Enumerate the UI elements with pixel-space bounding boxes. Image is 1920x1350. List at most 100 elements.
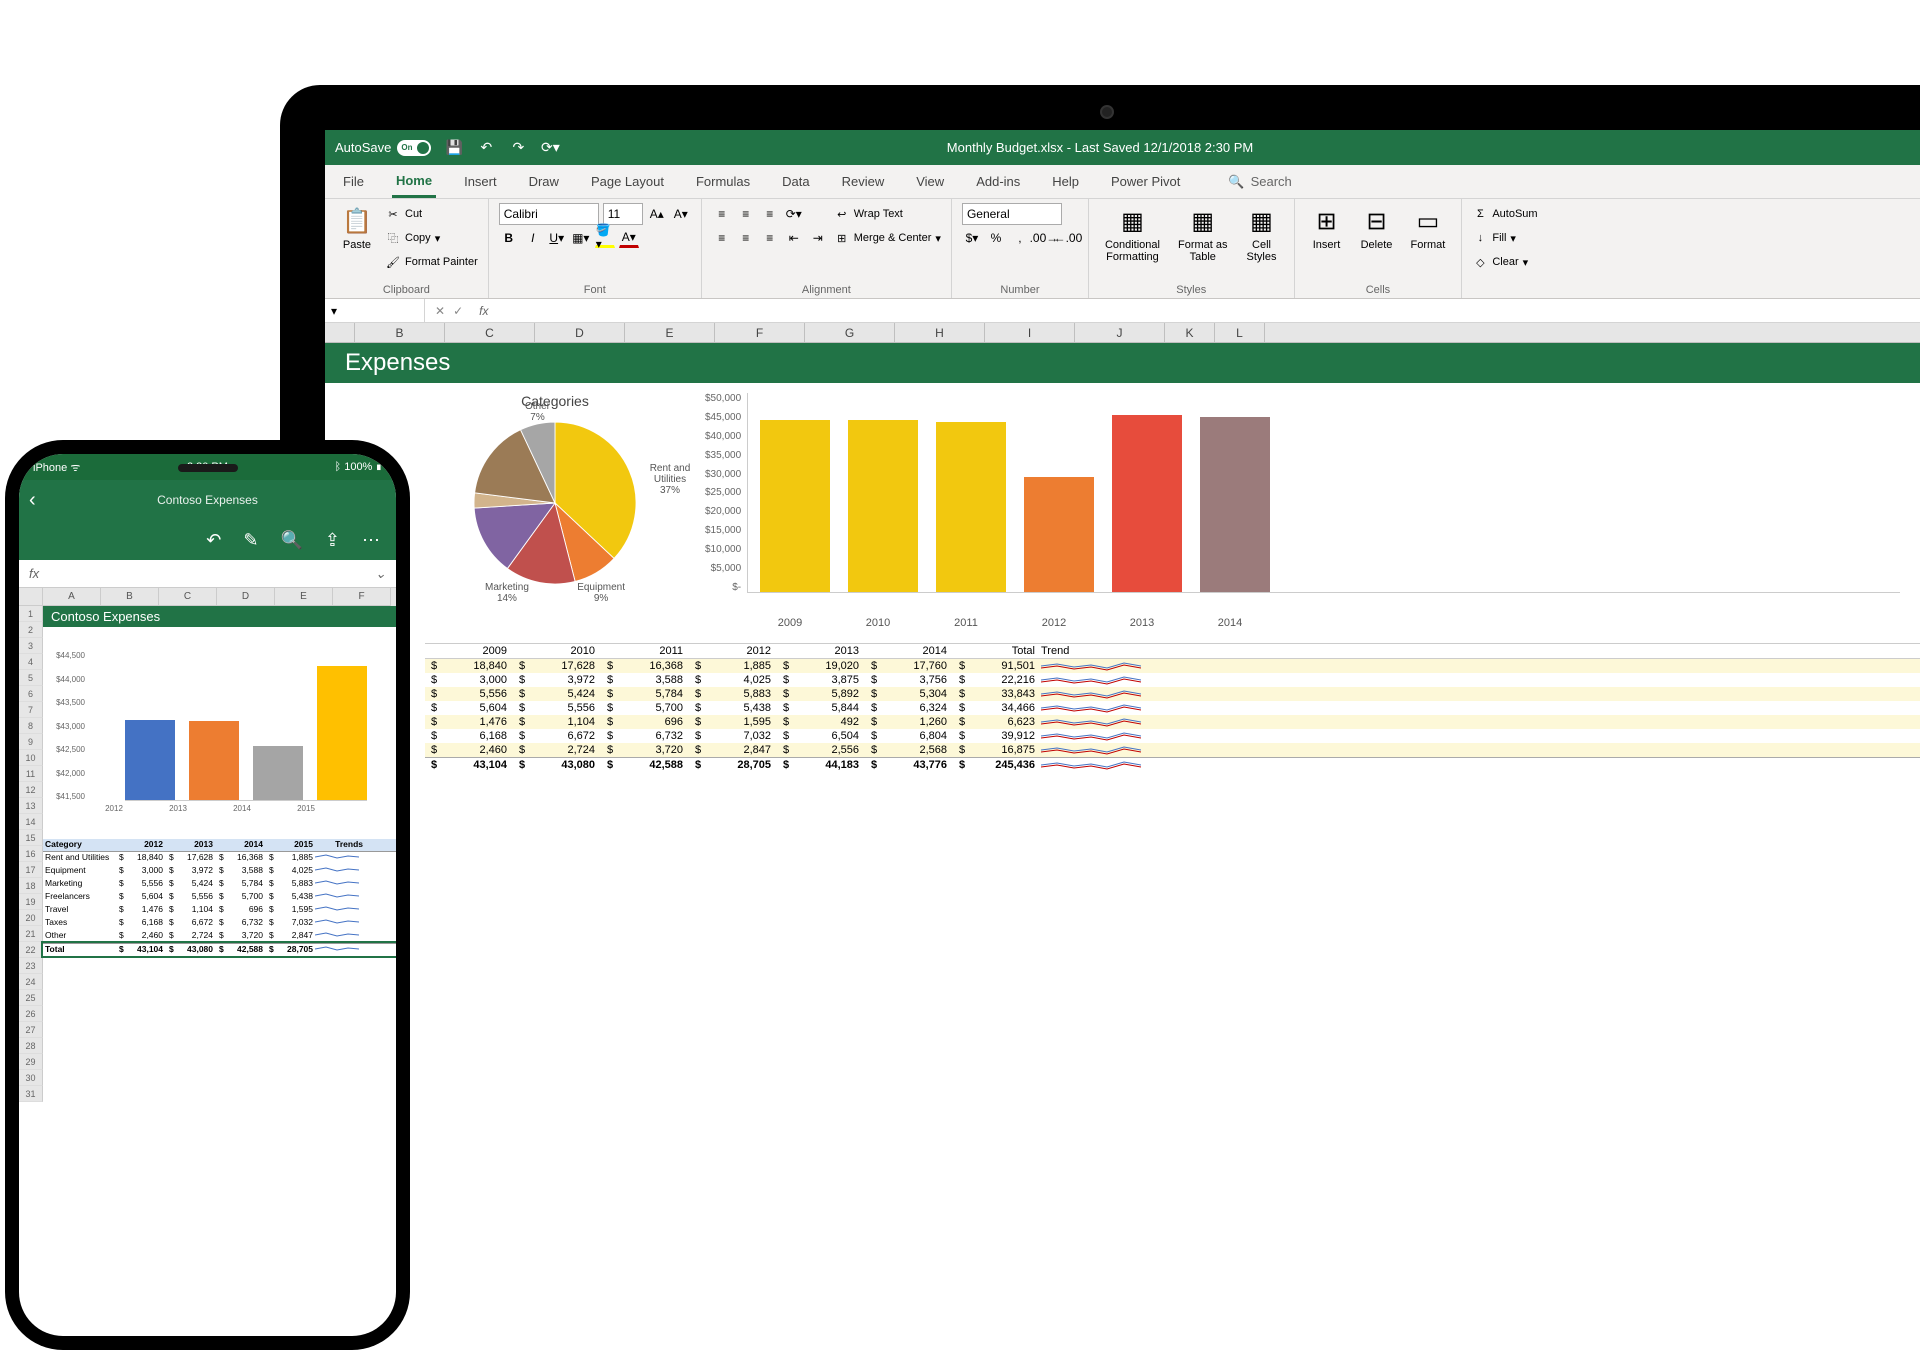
table-cell[interactable]: 2,724	[513, 743, 601, 757]
align-right-icon[interactable]: ≡	[760, 228, 780, 248]
table-cell[interactable]: 1,260	[865, 715, 953, 729]
phone-select-all[interactable]	[19, 588, 43, 606]
table-cell[interactable]: 3,875	[777, 673, 865, 687]
table-cell[interactable]: 3,756	[865, 673, 953, 687]
table-cell[interactable]: 5,883	[689, 687, 777, 701]
table-cell[interactable]: 6,504	[777, 729, 865, 743]
cell-styles-button[interactable]: ▦Cell Styles	[1240, 203, 1284, 265]
col-header[interactable]: C	[445, 323, 535, 342]
table-cell[interactable]: 4,025	[689, 673, 777, 687]
phone-row-header[interactable]: 26	[19, 1006, 43, 1022]
phone-row-header[interactable]: 5	[19, 670, 43, 686]
table-cell[interactable]: 3,588	[601, 673, 689, 687]
table-cell[interactable]: 1,885	[689, 659, 777, 673]
decrease-font-icon[interactable]: A▾	[671, 204, 691, 224]
tab-help[interactable]: Help	[1048, 165, 1083, 198]
table-row[interactable]: 18,84017,62816,3681,88519,02017,76091,50…	[425, 659, 1920, 673]
table-cell[interactable]: 492	[777, 715, 865, 729]
table-cell[interactable]: 5,438	[689, 701, 777, 715]
tab-addins[interactable]: Add-ins	[972, 165, 1024, 198]
underline-button[interactable]: U▾	[547, 228, 567, 248]
tab-power-pivot[interactable]: Power Pivot	[1107, 165, 1184, 198]
table-cell[interactable]: 6,623	[953, 715, 1041, 729]
table-cell[interactable]: 22,216	[953, 673, 1041, 687]
phone-table-row[interactable]: Marketing5,5565,4245,7845,883	[43, 878, 396, 891]
table-cell[interactable]: 39,912	[953, 729, 1041, 743]
phone-row-header[interactable]: 25	[19, 990, 43, 1006]
table-cell[interactable]: 17,760	[865, 659, 953, 673]
phone-row-header[interactable]: 15	[19, 830, 43, 846]
col-header[interactable]: G	[805, 323, 895, 342]
align-top-icon[interactable]: ≡	[712, 204, 732, 224]
table-cell[interactable]: 5,556	[513, 701, 601, 715]
cut-button[interactable]: ✂Cut	[385, 203, 478, 225]
table-cell[interactable]: 5,700	[601, 701, 689, 715]
phone-col-header[interactable]: B	[101, 588, 159, 606]
phone-table-row[interactable]: Freelancers5,6045,5565,7005,438	[43, 891, 396, 904]
phone-bar-chart[interactable]: $44,500$44,000$43,500$43,000$42,500$42,0…	[43, 643, 396, 833]
align-left-icon[interactable]: ≡	[712, 228, 732, 248]
tab-page-layout[interactable]: Page Layout	[587, 165, 668, 198]
phone-row-header[interactable]: 13	[19, 798, 43, 814]
font-color-button[interactable]: A▾	[619, 228, 639, 248]
phone-col-header[interactable]: D	[217, 588, 275, 606]
phone-row-header[interactable]: 24	[19, 974, 43, 990]
format-painter-button[interactable]: 🖌Format Painter	[385, 251, 478, 273]
phone-row-header[interactable]: 21	[19, 926, 43, 942]
phone-table-row[interactable]: Travel1,4761,1046961,595	[43, 904, 396, 917]
table-cell[interactable]: 1,104	[513, 715, 601, 729]
table-cell[interactable]: 2,556	[777, 743, 865, 757]
table-cell[interactable]: 91,501	[953, 659, 1041, 673]
font-name-select[interactable]	[499, 203, 599, 225]
table-row[interactable]: 3,0003,9723,5884,0253,8753,75622,216	[425, 673, 1920, 687]
table-cell[interactable]: 2,847	[689, 743, 777, 757]
back-icon[interactable]: ‹	[29, 489, 36, 512]
phone-row-header[interactable]: 27	[19, 1022, 43, 1038]
phone-row-header[interactable]: 23	[19, 958, 43, 974]
table-cell[interactable]: 43,104	[425, 758, 513, 772]
insert-cells-button[interactable]: ⊞Insert	[1305, 203, 1349, 253]
table-row[interactable]: 5,6045,5565,7005,4385,8446,32434,466	[425, 701, 1920, 715]
format-cells-button[interactable]: ▭Format	[1405, 203, 1452, 253]
col-header[interactable]: H	[895, 323, 985, 342]
percent-icon[interactable]: %	[986, 228, 1006, 248]
table-cell[interactable]: 33,843	[953, 687, 1041, 701]
table-cell[interactable]: 17,628	[513, 659, 601, 673]
tab-home[interactable]: Home	[392, 165, 436, 198]
number-format-select[interactable]	[962, 203, 1062, 225]
phone-worksheet[interactable]: 1234567891011121314151617181920212223242…	[19, 606, 396, 1102]
phone-table-row[interactable]: Rent and Utilities18,84017,62816,3681,88…	[43, 852, 396, 865]
paste-button[interactable]: 📋 Paste	[335, 203, 379, 253]
col-header[interactable]: D	[535, 323, 625, 342]
phone-row-header[interactable]: 3	[19, 638, 43, 654]
table-cell[interactable]: 3,720	[601, 743, 689, 757]
autosave-toggle[interactable]: AutoSave On	[335, 140, 431, 156]
table-cell[interactable]: 18,840	[425, 659, 513, 673]
expense-data-table[interactable]: 2009 2010 2011 2012 2013 2014 Total Tren…	[425, 643, 1920, 772]
currency-icon[interactable]: $▾	[962, 228, 982, 248]
tab-file[interactable]: File	[339, 165, 368, 198]
table-cell[interactable]: 43,776	[865, 758, 953, 772]
phone-formula-bar[interactable]: fx ⌄	[19, 560, 396, 588]
annual-bar-chart[interactable]: $50,000$45,000$40,000$35,000$30,000$25,0…	[705, 393, 1900, 629]
table-cell[interactable]: 28,705	[689, 758, 777, 772]
phone-row-header[interactable]: 17	[19, 862, 43, 878]
phone-col-header[interactable]: A	[43, 588, 101, 606]
phone-table-row[interactable]: Equipment3,0003,9723,5884,025	[43, 865, 396, 878]
col-header[interactable]: B	[355, 323, 445, 342]
chevron-down-icon[interactable]: ⌄	[375, 566, 386, 582]
phone-row-header[interactable]: 22	[19, 942, 43, 958]
orientation-icon[interactable]: ⟳▾	[784, 204, 804, 224]
phone-table-row[interactable]: Taxes6,1686,6726,7327,032	[43, 917, 396, 930]
table-cell[interactable]: 6,732	[601, 729, 689, 743]
phone-col-header[interactable]: F	[333, 588, 391, 606]
conditional-formatting-button[interactable]: ▦Conditional Formatting	[1099, 203, 1166, 265]
tab-review[interactable]: Review	[838, 165, 889, 198]
tell-me-search[interactable]: 🔍 Search	[1228, 174, 1291, 190]
phone-row-header[interactable]: 28	[19, 1038, 43, 1054]
phone-data-table[interactable]: Category2012201320142015TrendsRent and U…	[43, 839, 396, 956]
font-size-select[interactable]	[603, 203, 643, 225]
tab-formulas[interactable]: Formulas	[692, 165, 754, 198]
table-row[interactable]: 6,1686,6726,7327,0326,5046,80439,912	[425, 729, 1920, 743]
increase-indent-icon[interactable]: ⇥	[808, 228, 828, 248]
